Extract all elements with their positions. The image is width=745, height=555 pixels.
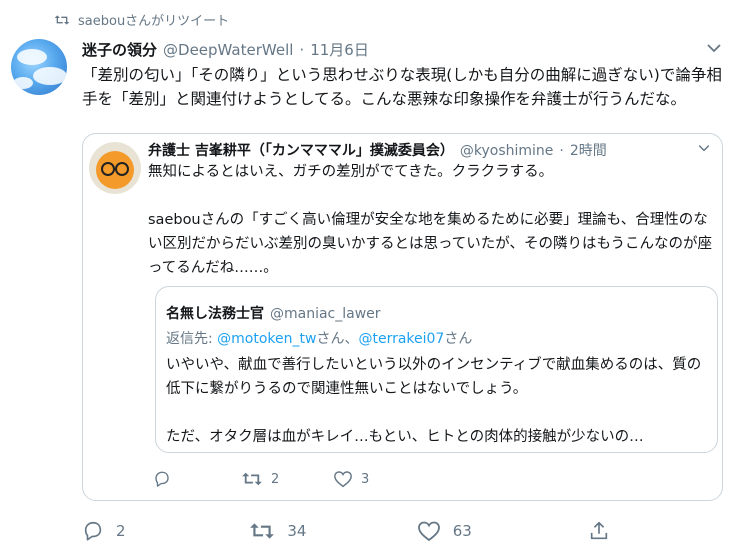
retweet-button[interactable]: 34 <box>249 520 416 542</box>
retweet-context: saebouさんがリツイート <box>54 10 229 29</box>
quoted-tweet[interactable]: 弁護士 吉峯耕平（「カンマママル」撲滅委員会） @kyoshimine · 2時… <box>82 133 723 501</box>
quoted-tweet-text: 無知によるとはいえ、ガチの差別がでてきた。クラクラする。 saebouさんの「す… <box>148 160 713 280</box>
retweet-icon <box>54 13 70 27</box>
tweet-action-bar: 2 34 63 <box>82 520 622 542</box>
chevron-down-icon[interactable] <box>698 144 710 152</box>
reply-user-link[interactable]: @motoken_tw <box>217 331 316 347</box>
reply-button[interactable]: 2 <box>82 520 249 542</box>
tweet-text: 「差別の匂い」「その隣り」という思わせぶりな表現(しかも自分の曲解に過ぎない)で… <box>82 66 722 108</box>
quoted-like-count: 3 <box>361 471 370 487</box>
separator: · <box>299 41 305 59</box>
nested-author-name[interactable]: 名無し法務士官 <box>166 303 264 323</box>
retweet-text[interactable]: saebouさんがリツイート <box>78 10 229 29</box>
heart-icon <box>333 470 353 488</box>
author-handle[interactable]: @DeepWaterWell <box>163 41 293 59</box>
quoted-retweet-button[interactable]: 2 <box>241 470 333 488</box>
like-count: 63 <box>452 522 472 540</box>
quoted-timestamp[interactable]: 2時間 <box>570 140 607 160</box>
nested-quoted-tweet[interactable]: 名無し法務士官 @maniac_lawer 返信先: @motoken_twさん… <box>155 286 718 453</box>
reply-icon <box>153 470 171 488</box>
reply-prefix: 返信先: <box>166 331 218 347</box>
tweet-header: 迷子の領分 @DeepWaterWell · 11月6日 <box>82 39 369 60</box>
share-icon <box>588 520 610 542</box>
tweet-card[interactable]: saebouさんがリツイート 迷子の領分 @DeepWaterWell · 11… <box>0 0 745 555</box>
retweet-count: 34 <box>287 522 307 540</box>
chevron-down-icon[interactable] <box>707 43 721 53</box>
reply-separator: さん、 <box>316 331 359 347</box>
reply-icon <box>82 520 104 542</box>
nested-text-paragraph: いやいや、献血で善行したいという以外のインセンティブで献血集めるのは、質の低下に… <box>166 357 702 397</box>
heart-icon <box>417 520 441 542</box>
retweet-icon <box>249 520 275 542</box>
quoted-action-bar: 2 3 <box>153 470 369 488</box>
tweet-timestamp[interactable]: 11月6日 <box>310 39 369 60</box>
share-button[interactable] <box>588 520 622 542</box>
quoted-author-handle[interactable]: @kyoshimine <box>460 143 554 159</box>
reply-context: 返信先: @motoken_twさん、@terrakei07さん <box>166 328 472 348</box>
nested-author-handle[interactable]: @maniac_lawer <box>270 306 381 322</box>
separator: · <box>559 143 564 159</box>
quoted-reply-button[interactable] <box>153 470 241 488</box>
reply-count: 2 <box>116 522 126 540</box>
author-name[interactable]: 迷子の領分 <box>82 39 157 60</box>
nested-tweet-header: 名無し法務士官 @maniac_lawer <box>166 303 381 323</box>
quoted-author-name[interactable]: 弁護士 吉峯耕平（「カンマママル」撲滅委員会） <box>148 140 454 160</box>
quoted-tweet-header: 弁護士 吉峯耕平（「カンマママル」撲滅委員会） @kyoshimine · 2時… <box>148 140 607 160</box>
author-avatar[interactable] <box>11 39 67 95</box>
quoted-text-line: 無知によるとはいえ、ガチの差別がでてきた。クラクラする。 <box>148 164 554 180</box>
reply-suffix: さん <box>444 331 473 347</box>
nested-text-paragraph: ただ、オタク層は血がキレイ…もとい、ヒトとの肉体的接触が少ないの… <box>166 429 644 445</box>
quoted-author-avatar[interactable] <box>89 142 141 194</box>
nested-tweet-text: いやいや、献血で善行したいという以外のインセンティブで献血集めるのは、質の低下に… <box>166 353 706 449</box>
like-button[interactable]: 63 <box>417 520 588 542</box>
quoted-retweet-count: 2 <box>271 471 280 487</box>
quoted-text-paragraph: saebouさんの「すごく高い倫理が安全な地を集めるために必要」理論も、合理性の… <box>148 212 713 276</box>
reply-user-link[interactable]: @terrakei07 <box>358 331 444 347</box>
retweet-icon <box>241 470 263 488</box>
quoted-like-button[interactable]: 3 <box>333 470 369 488</box>
